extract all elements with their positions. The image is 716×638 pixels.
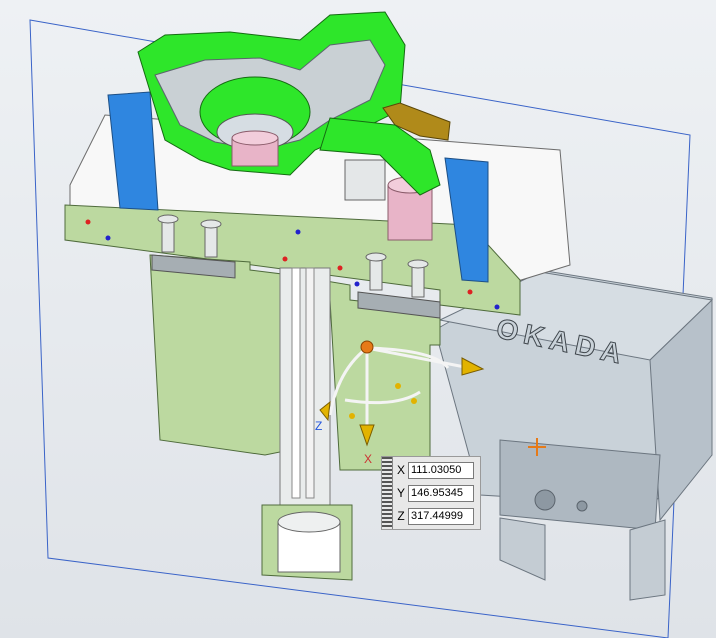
coord-row-x: X 111.03050 (394, 460, 474, 480)
x-coordinate-field[interactable]: 111.03050 (408, 461, 474, 479)
cad-model-scene: OKADA Z X (29, 11, 714, 638)
y-coordinate-field[interactable]: 146.95345 (408, 484, 474, 502)
axis-label-x: X (364, 452, 372, 466)
coord-row-z: Z 317.44999 (394, 506, 474, 526)
coordinate-panel: X 111.03050 Y 146.95345 Z 317.44999 (381, 456, 481, 530)
vertical-shaft (279, 267, 331, 509)
x-label: X (396, 463, 405, 477)
y-label: Y (396, 486, 405, 500)
bottom-cup-section (261, 504, 353, 581)
z-coordinate-field[interactable]: 317.44999 (408, 507, 474, 525)
lower-body-section (149, 254, 291, 456)
3d-viewport[interactable]: OKADA Z X (0, 0, 716, 638)
coord-row-y: Y 146.95345 (394, 483, 474, 503)
axis-label-z: Z (315, 419, 322, 433)
z-label: Z (397, 509, 405, 523)
panel-drag-grip[interactable] (382, 457, 393, 529)
motor-housing (434, 269, 714, 601)
